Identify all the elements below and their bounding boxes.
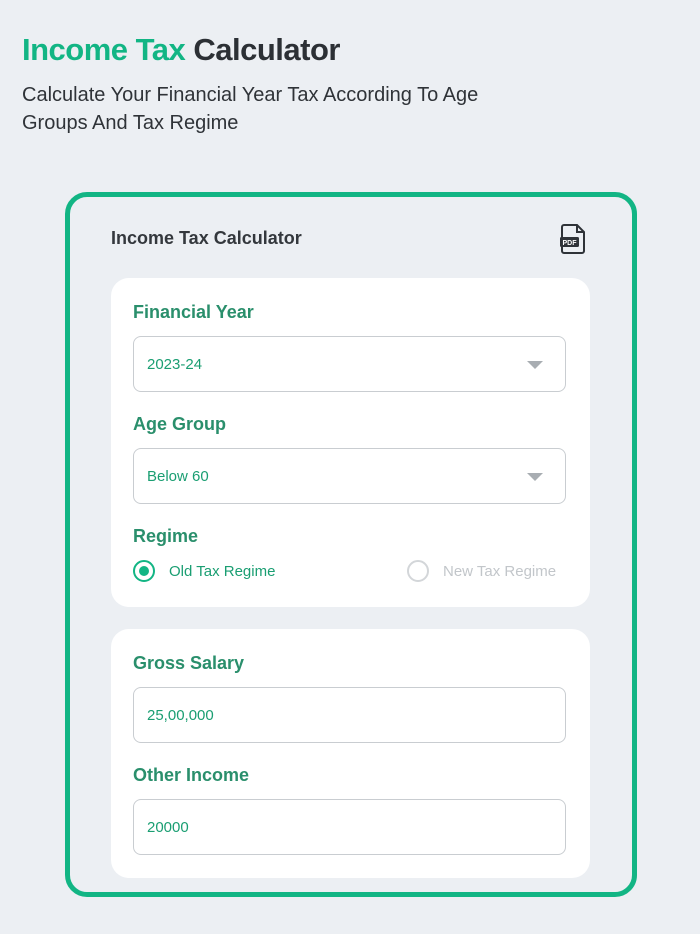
card-title: Income Tax Calculator [111, 228, 302, 248]
page-title-rest: Calculator [193, 32, 340, 67]
gross-salary-input[interactable]: 25,00,000 [133, 687, 566, 743]
radio-unchecked-icon [407, 560, 429, 582]
radio-old-tax-regime[interactable]: Old Tax Regime [133, 560, 275, 582]
regime-radio-group: Old Tax Regime New Tax Regime [133, 560, 567, 588]
age-group-label: Age Group [133, 414, 226, 434]
pdf-file-icon[interactable]: PDF [560, 224, 586, 254]
financial-year-value: 2023-24 [147, 355, 203, 373]
age-group-value: Below 60 [147, 467, 209, 485]
page-title: Income Tax Calculator [22, 30, 340, 70]
settings-panel: Financial Year 2023-24 Age Group Below 6… [111, 278, 590, 607]
radio-checked-icon [133, 560, 155, 582]
other-income-label: Other Income [133, 765, 250, 785]
other-income-input[interactable]: 20000 [133, 799, 566, 855]
page-subtitle: Calculate Your Financial Year Tax Accord… [22, 84, 479, 134]
radio-label: New Tax Regime [443, 562, 557, 580]
financial-year-select[interactable]: 2023-24 [133, 336, 566, 392]
regime-label: Regime [133, 526, 199, 546]
other-income-value: 20000 [147, 818, 189, 836]
income-panel: Gross Salary 25,00,000 Other Income 2000… [111, 629, 590, 878]
radio-new-tax-regime[interactable]: New Tax Regime [407, 560, 556, 582]
svg-text:PDF: PDF [563, 240, 578, 247]
page-title-accent: Income Tax [22, 32, 186, 67]
gross-salary-label: Gross Salary [133, 653, 245, 673]
gross-salary-value: 25,00,000 [147, 706, 214, 724]
financial-year-label: Financial Year [133, 302, 254, 322]
radio-label: Old Tax Regime [169, 562, 276, 580]
calculator-card: Income Tax Calculator PDF Financial Year… [65, 192, 637, 897]
age-group-select[interactable]: Below 60 [133, 448, 566, 504]
chevron-down-icon [527, 361, 543, 369]
chevron-down-icon [527, 473, 543, 481]
